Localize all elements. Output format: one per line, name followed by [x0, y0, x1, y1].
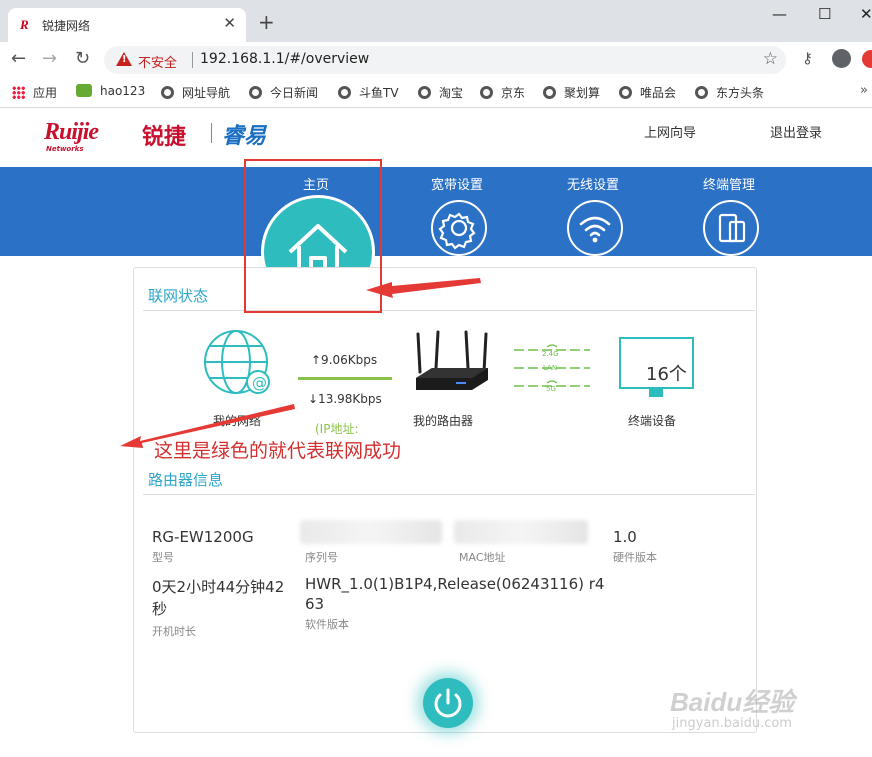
annotation-text: 这里是绿色的就代表联网成功	[154, 440, 402, 462]
baidu-watermark: Baidu经验	[670, 687, 795, 717]
watermark-url: jingyan.baidu.com	[672, 716, 792, 731]
arrow-to-home-icon	[366, 278, 481, 298]
annotation-arrows	[120, 278, 481, 448]
